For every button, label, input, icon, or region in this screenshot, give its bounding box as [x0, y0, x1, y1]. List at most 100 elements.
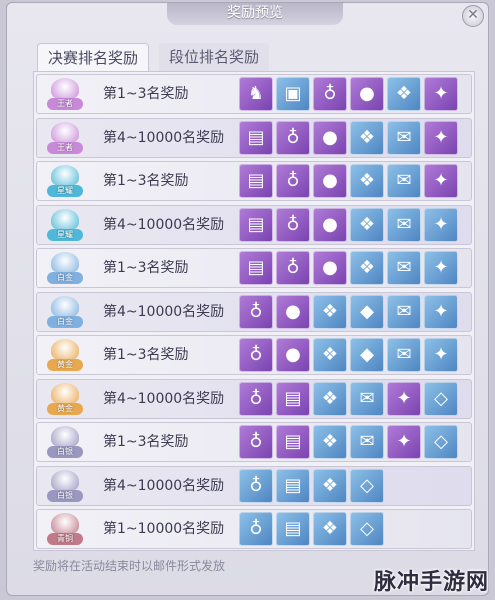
- scroll-icon[interactable]: ✉: [387, 164, 421, 198]
- rank-range-label: 第1~3名奖励: [103, 260, 189, 276]
- reward-list: 王者 第1~3名奖励 ♞ ▣ ♁ ● ❖ ✦ 王者 第4~10000名奖励 ▤ ♁ ● ❖ ✉ ✦ 星耀 第1~3…: [33, 71, 475, 551]
- scroll-icon[interactable]: ✉: [387, 251, 421, 285]
- rank-range-label: 第1~3名奖励: [103, 347, 189, 363]
- crown-icon: [51, 426, 79, 448]
- money-bag-icon[interactable]: ♁: [239, 468, 273, 503]
- reward-row: 王者 第4~10000名奖励 ▤ ♁ ● ❖ ✉ ✦: [36, 117, 472, 158]
- red-orb-icon[interactable]: ●: [276, 338, 310, 372]
- scroll-icon[interactable]: ✉: [387, 120, 421, 155]
- chest-icon[interactable]: ▤: [239, 120, 273, 155]
- red-orb-icon[interactable]: ●: [350, 77, 384, 111]
- scroll-icon[interactable]: ✉: [350, 425, 384, 459]
- rank-range-label: 第4~10000名奖励: [103, 129, 225, 146]
- blue-crystal-icon[interactable]: ❖: [313, 338, 347, 372]
- chest-icon[interactable]: ▤: [276, 468, 310, 503]
- blue-gem-icon[interactable]: ✦: [424, 251, 458, 285]
- white-gem-icon[interactable]: ◇: [424, 425, 458, 459]
- tab-final-ranking-rewards[interactable]: 决赛排名奖励: [37, 43, 150, 71]
- money-bag-icon[interactable]: ♁: [239, 294, 273, 329]
- reward-row: 黄金 第1~3名奖励 ♁ ● ❖ ◆ ✉ ✦: [36, 335, 472, 375]
- scroll-icon[interactable]: ✉: [387, 338, 421, 372]
- blue-gem-icon[interactable]: ✦: [387, 425, 421, 459]
- white-gem-icon[interactable]: ◇: [350, 468, 384, 503]
- blue-crystal-icon[interactable]: ❖: [350, 207, 384, 242]
- money-bag-icon[interactable]: ♁: [276, 120, 310, 155]
- blue-gem-icon[interactable]: ✦: [424, 294, 458, 329]
- chest-icon[interactable]: ▤: [276, 381, 310, 416]
- white-gem-icon[interactable]: ◇: [424, 381, 458, 416]
- reward-items: ▤ ♁ ● ❖ ✉ ✦: [239, 164, 458, 198]
- crystal-chest-icon[interactable]: ▣: [276, 77, 310, 111]
- red-orb-icon[interactable]: ●: [276, 294, 310, 329]
- blue-gem-icon[interactable]: ✦: [424, 338, 458, 372]
- scroll-icon[interactable]: ✉: [387, 294, 421, 329]
- blue-crystal-icon[interactable]: ❖: [350, 251, 384, 285]
- tier-badge-icon: 白银: [45, 469, 85, 504]
- green-crystal-icon[interactable]: ❖: [313, 425, 347, 459]
- tier-name: 青铜: [47, 533, 83, 545]
- tier-name: 星耀: [47, 228, 83, 241]
- tier-badge-icon: 白金: [45, 252, 85, 286]
- chest-icon[interactable]: ▤: [276, 425, 310, 459]
- reward-row: 王者 第1~3名奖励 ♞ ▣ ♁ ● ❖ ✦: [36, 74, 472, 114]
- crown-icon: [51, 295, 79, 318]
- money-bag-icon[interactable]: ♁: [276, 164, 310, 198]
- blue-crystal-icon[interactable]: ❖: [350, 120, 384, 155]
- crown-icon: [51, 165, 79, 187]
- reward-items: ♁ ● ❖ ◆ ✉ ✦: [239, 294, 458, 329]
- tier-name: 白银: [47, 446, 83, 458]
- blue-crystal-icon[interactable]: ❖: [350, 164, 384, 198]
- green-crystal-icon[interactable]: ❖: [313, 381, 347, 416]
- tier-badge-icon: 星耀: [45, 208, 85, 243]
- chest-icon[interactable]: ▤: [276, 512, 310, 546]
- reward-items: ▤ ♁ ● ❖ ✉ ✦: [239, 207, 458, 242]
- crown-icon: [51, 339, 79, 361]
- tab-tier-ranking-rewards[interactable]: 段位排名奖励: [159, 43, 270, 71]
- blue-gem-icon[interactable]: ✦: [424, 207, 458, 242]
- gold-crystal-icon[interactable]: ◆: [350, 338, 384, 372]
- money-bag-icon[interactable]: ♁: [276, 251, 310, 285]
- gold-crystal-icon[interactable]: ◆: [350, 294, 384, 329]
- money-bag-icon[interactable]: ♁: [313, 77, 347, 111]
- reward-row: 白银 第4~10000名奖励 ♁ ▤ ❖ ◇: [36, 465, 472, 506]
- blue-crystal-icon[interactable]: ❖: [313, 294, 347, 329]
- tier-badge-icon: 黄金: [45, 382, 85, 417]
- chest-icon[interactable]: ▤: [239, 251, 273, 285]
- purple-gem-icon[interactable]: ✦: [424, 120, 458, 155]
- close-icon[interactable]: ✕: [462, 5, 484, 27]
- money-bag-icon[interactable]: ♁: [239, 425, 273, 459]
- scroll-icon[interactable]: ✉: [350, 381, 384, 416]
- money-bag-icon[interactable]: ♁: [239, 512, 273, 546]
- reward-preview-window: 奖励预览 ✕ 决赛排名奖励 段位排名奖励 王者 第1~3名奖励 ♞ ▣ ♁ ● ❖ ✦ 王者 第4…: [6, 2, 489, 596]
- red-orb-icon[interactable]: ●: [313, 207, 347, 242]
- money-bag-icon[interactable]: ♁: [239, 381, 273, 416]
- rank-range-label: 第4~10000名奖励: [103, 390, 225, 407]
- money-bag-icon[interactable]: ♁: [239, 338, 273, 372]
- reward-row: 白银 第1~3名奖励 ♁ ▤ ❖ ✉ ✦ ◇: [36, 422, 472, 462]
- tier-badge-icon: 王者: [45, 78, 85, 112]
- reward-row: 白金 第4~10000名奖励 ♁ ● ❖ ◆ ✉ ✦: [36, 291, 472, 332]
- red-orb-icon[interactable]: ●: [313, 120, 347, 155]
- green-crystal-icon[interactable]: ❖: [313, 512, 347, 546]
- reward-row: 星耀 第4~10000名奖励 ▤ ♁ ● ❖ ✉ ✦: [36, 204, 472, 245]
- armor-icon[interactable]: ♞: [239, 77, 273, 111]
- tier-badge-icon: 白银: [45, 426, 85, 460]
- tier-name: 王者: [47, 98, 83, 110]
- scroll-icon[interactable]: ✉: [387, 207, 421, 242]
- white-gem-icon[interactable]: ◇: [350, 512, 384, 546]
- blue-crystal-icon[interactable]: ❖: [387, 77, 421, 111]
- red-orb-icon[interactable]: ●: [313, 164, 347, 198]
- tier-name: 黄金: [47, 402, 83, 415]
- purple-gem-icon[interactable]: ✦: [424, 77, 458, 111]
- green-crystal-icon[interactable]: ❖: [313, 468, 347, 503]
- chest-icon[interactable]: ▤: [239, 164, 273, 198]
- chest-icon[interactable]: ▤: [239, 207, 273, 242]
- tier-badge-icon: 星耀: [45, 165, 85, 199]
- red-orb-icon[interactable]: ●: [313, 251, 347, 285]
- blue-gem-icon[interactable]: ✦: [387, 381, 421, 416]
- money-bag-icon[interactable]: ♁: [276, 207, 310, 242]
- tier-name: 白金: [47, 272, 83, 284]
- rank-range-label: 第1~3名奖励: [103, 173, 189, 189]
- tier-badge-icon: 青铜: [45, 513, 85, 547]
- purple-gem-icon[interactable]: ✦: [424, 164, 458, 198]
